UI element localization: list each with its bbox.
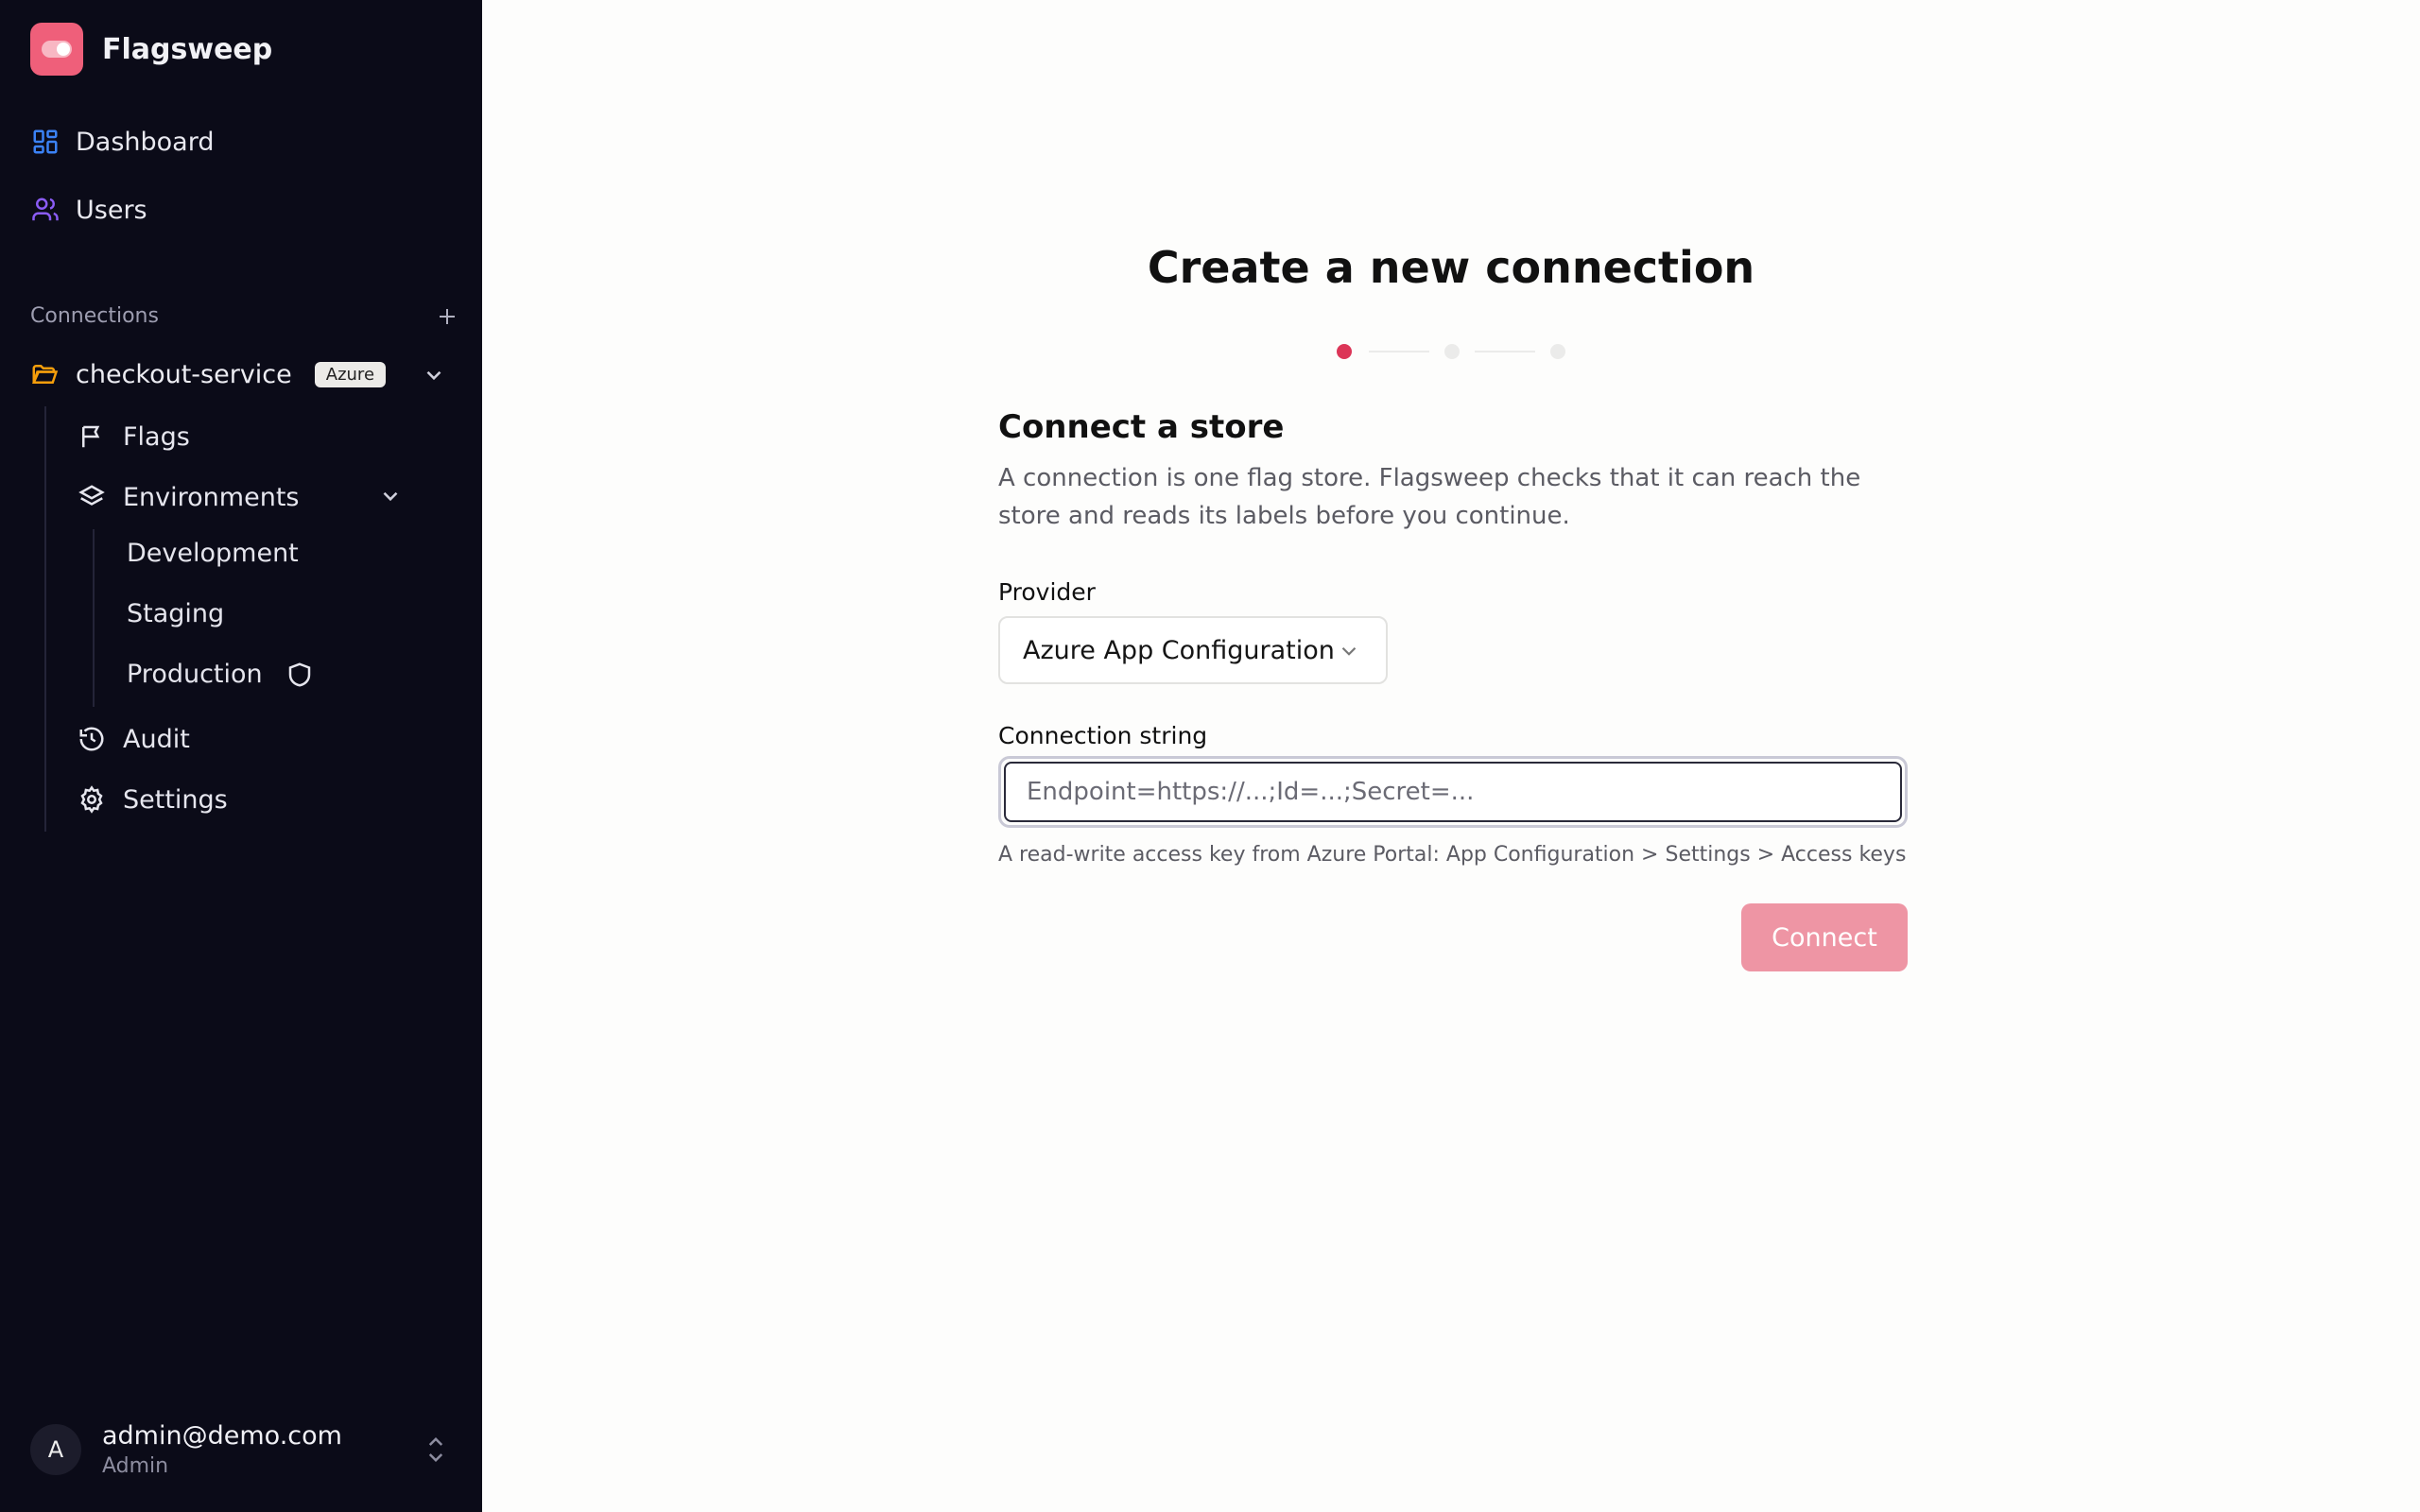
connections-section-label: Connections: [30, 304, 159, 328]
history-icon: [78, 724, 108, 754]
user-menu[interactable]: A admin@demo.com Admin: [30, 1421, 456, 1478]
sidebar-item-label: Users: [76, 195, 147, 225]
environment-item-production[interactable]: Production: [127, 660, 314, 689]
user-email: admin@demo.com: [102, 1421, 342, 1451]
sidebar-item-label: Environments: [123, 482, 300, 512]
sidebar-item-dashboard[interactable]: Dashboard: [30, 127, 214, 157]
connection-string-focus-ring: [998, 756, 1908, 828]
sidebar-item-label: Flags: [123, 421, 190, 452]
step-dot-3: [1550, 344, 1565, 359]
plus-icon: [440, 309, 455, 324]
step-indicator: [1337, 342, 1569, 361]
avatar: A: [30, 1424, 81, 1475]
sidebar-item-label: Audit: [123, 724, 190, 754]
page-title: Create a new connection: [1147, 242, 1755, 293]
sidebar-item-label: Settings: [123, 784, 228, 815]
chevron-down-icon: [383, 491, 398, 502]
step-dot-1: [1337, 344, 1352, 359]
sidebar-item-audit[interactable]: Audit: [78, 724, 190, 754]
sidebar-item-settings[interactable]: Settings: [78, 784, 228, 815]
environment-label: Staging: [127, 599, 225, 628]
step-dot-2: [1444, 344, 1460, 359]
connection-item-checkout-service[interactable]: checkout-service Azure: [30, 359, 456, 389]
section-title: Connect a store: [998, 408, 1285, 446]
environment-label: Production: [127, 660, 263, 689]
gear-icon: [78, 784, 108, 815]
step-connector: [1475, 351, 1535, 352]
connection-string-label: Connection string: [998, 722, 1208, 749]
provider-badge: Azure: [314, 361, 387, 387]
sidebar-item-label: Dashboard: [76, 127, 215, 157]
environment-item-development[interactable]: Development: [127, 539, 299, 568]
environment-item-staging[interactable]: Staging: [127, 599, 224, 628]
sidebar: Flagsweep Dashboard Users Connections ch…: [0, 0, 482, 1512]
users-icon: [30, 195, 60, 225]
connection-string-input[interactable]: [1004, 762, 1902, 822]
shield-icon: [288, 662, 310, 687]
provider-select[interactable]: Azure App Configuration: [998, 616, 1388, 684]
provider-value: Azure App Configuration: [1023, 635, 1335, 665]
connection-string-hint: A read-write access key from Azure Porta…: [998, 843, 1907, 867]
step-connector: [1369, 351, 1429, 352]
add-connection-button[interactable]: [433, 302, 461, 331]
sidebar-item-users[interactable]: Users: [30, 195, 147, 225]
chevron-down-icon: [1341, 646, 1357, 656]
tree-guide: [44, 406, 46, 832]
dashboard-icon: [30, 127, 60, 157]
user-role: Admin: [102, 1454, 169, 1478]
connection-name: checkout-service: [76, 359, 292, 389]
brand-name: Flagsweep: [102, 32, 273, 66]
environments-collapse-button[interactable]: [378, 484, 406, 512]
layers-icon: [78, 482, 108, 512]
connect-button[interactable]: Connect: [1741, 903, 1908, 971]
toggle-logo-icon: [30, 23, 83, 76]
environment-label: Development: [127, 539, 299, 568]
folder-open-icon: [30, 359, 60, 389]
provider-label: Provider: [998, 578, 1096, 606]
sidebar-item-environments[interactable]: Environments: [78, 482, 299, 512]
section-description: A connection is one flag store. Flagswee…: [998, 464, 1861, 530]
connection-collapse-button[interactable]: [422, 363, 450, 391]
flag-icon: [78, 421, 108, 452]
sidebar-item-flags[interactable]: Flags: [78, 421, 190, 452]
connection-form: Connect a store A connection is one flag…: [998, 408, 1908, 971]
tree-guide: [93, 529, 95, 707]
brand[interactable]: Flagsweep: [30, 23, 272, 76]
chevrons-up-down-icon: [428, 1436, 443, 1463]
chevron-down-icon: [426, 370, 441, 381]
